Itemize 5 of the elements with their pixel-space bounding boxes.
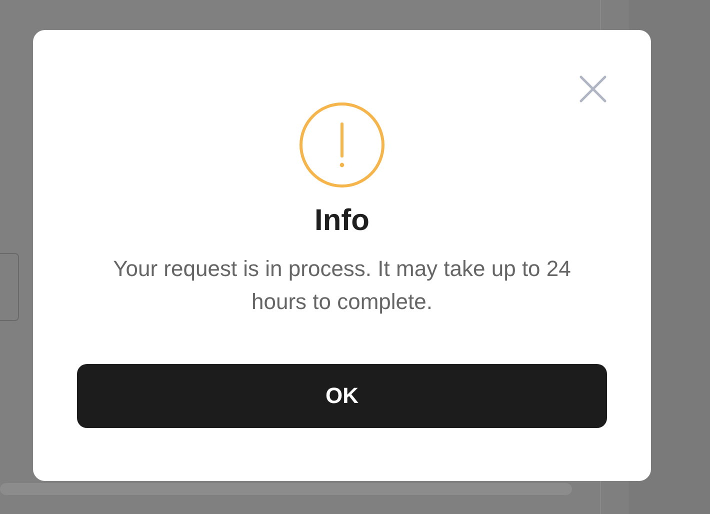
dialog-message: Your request is in process. It may take up to 24 hours to complete. xyxy=(112,255,572,316)
dialog-title: Info xyxy=(314,204,370,238)
exclamation-icon xyxy=(299,102,385,188)
ok-button[interactable]: OK xyxy=(77,364,607,428)
close-icon[interactable] xyxy=(579,75,607,103)
